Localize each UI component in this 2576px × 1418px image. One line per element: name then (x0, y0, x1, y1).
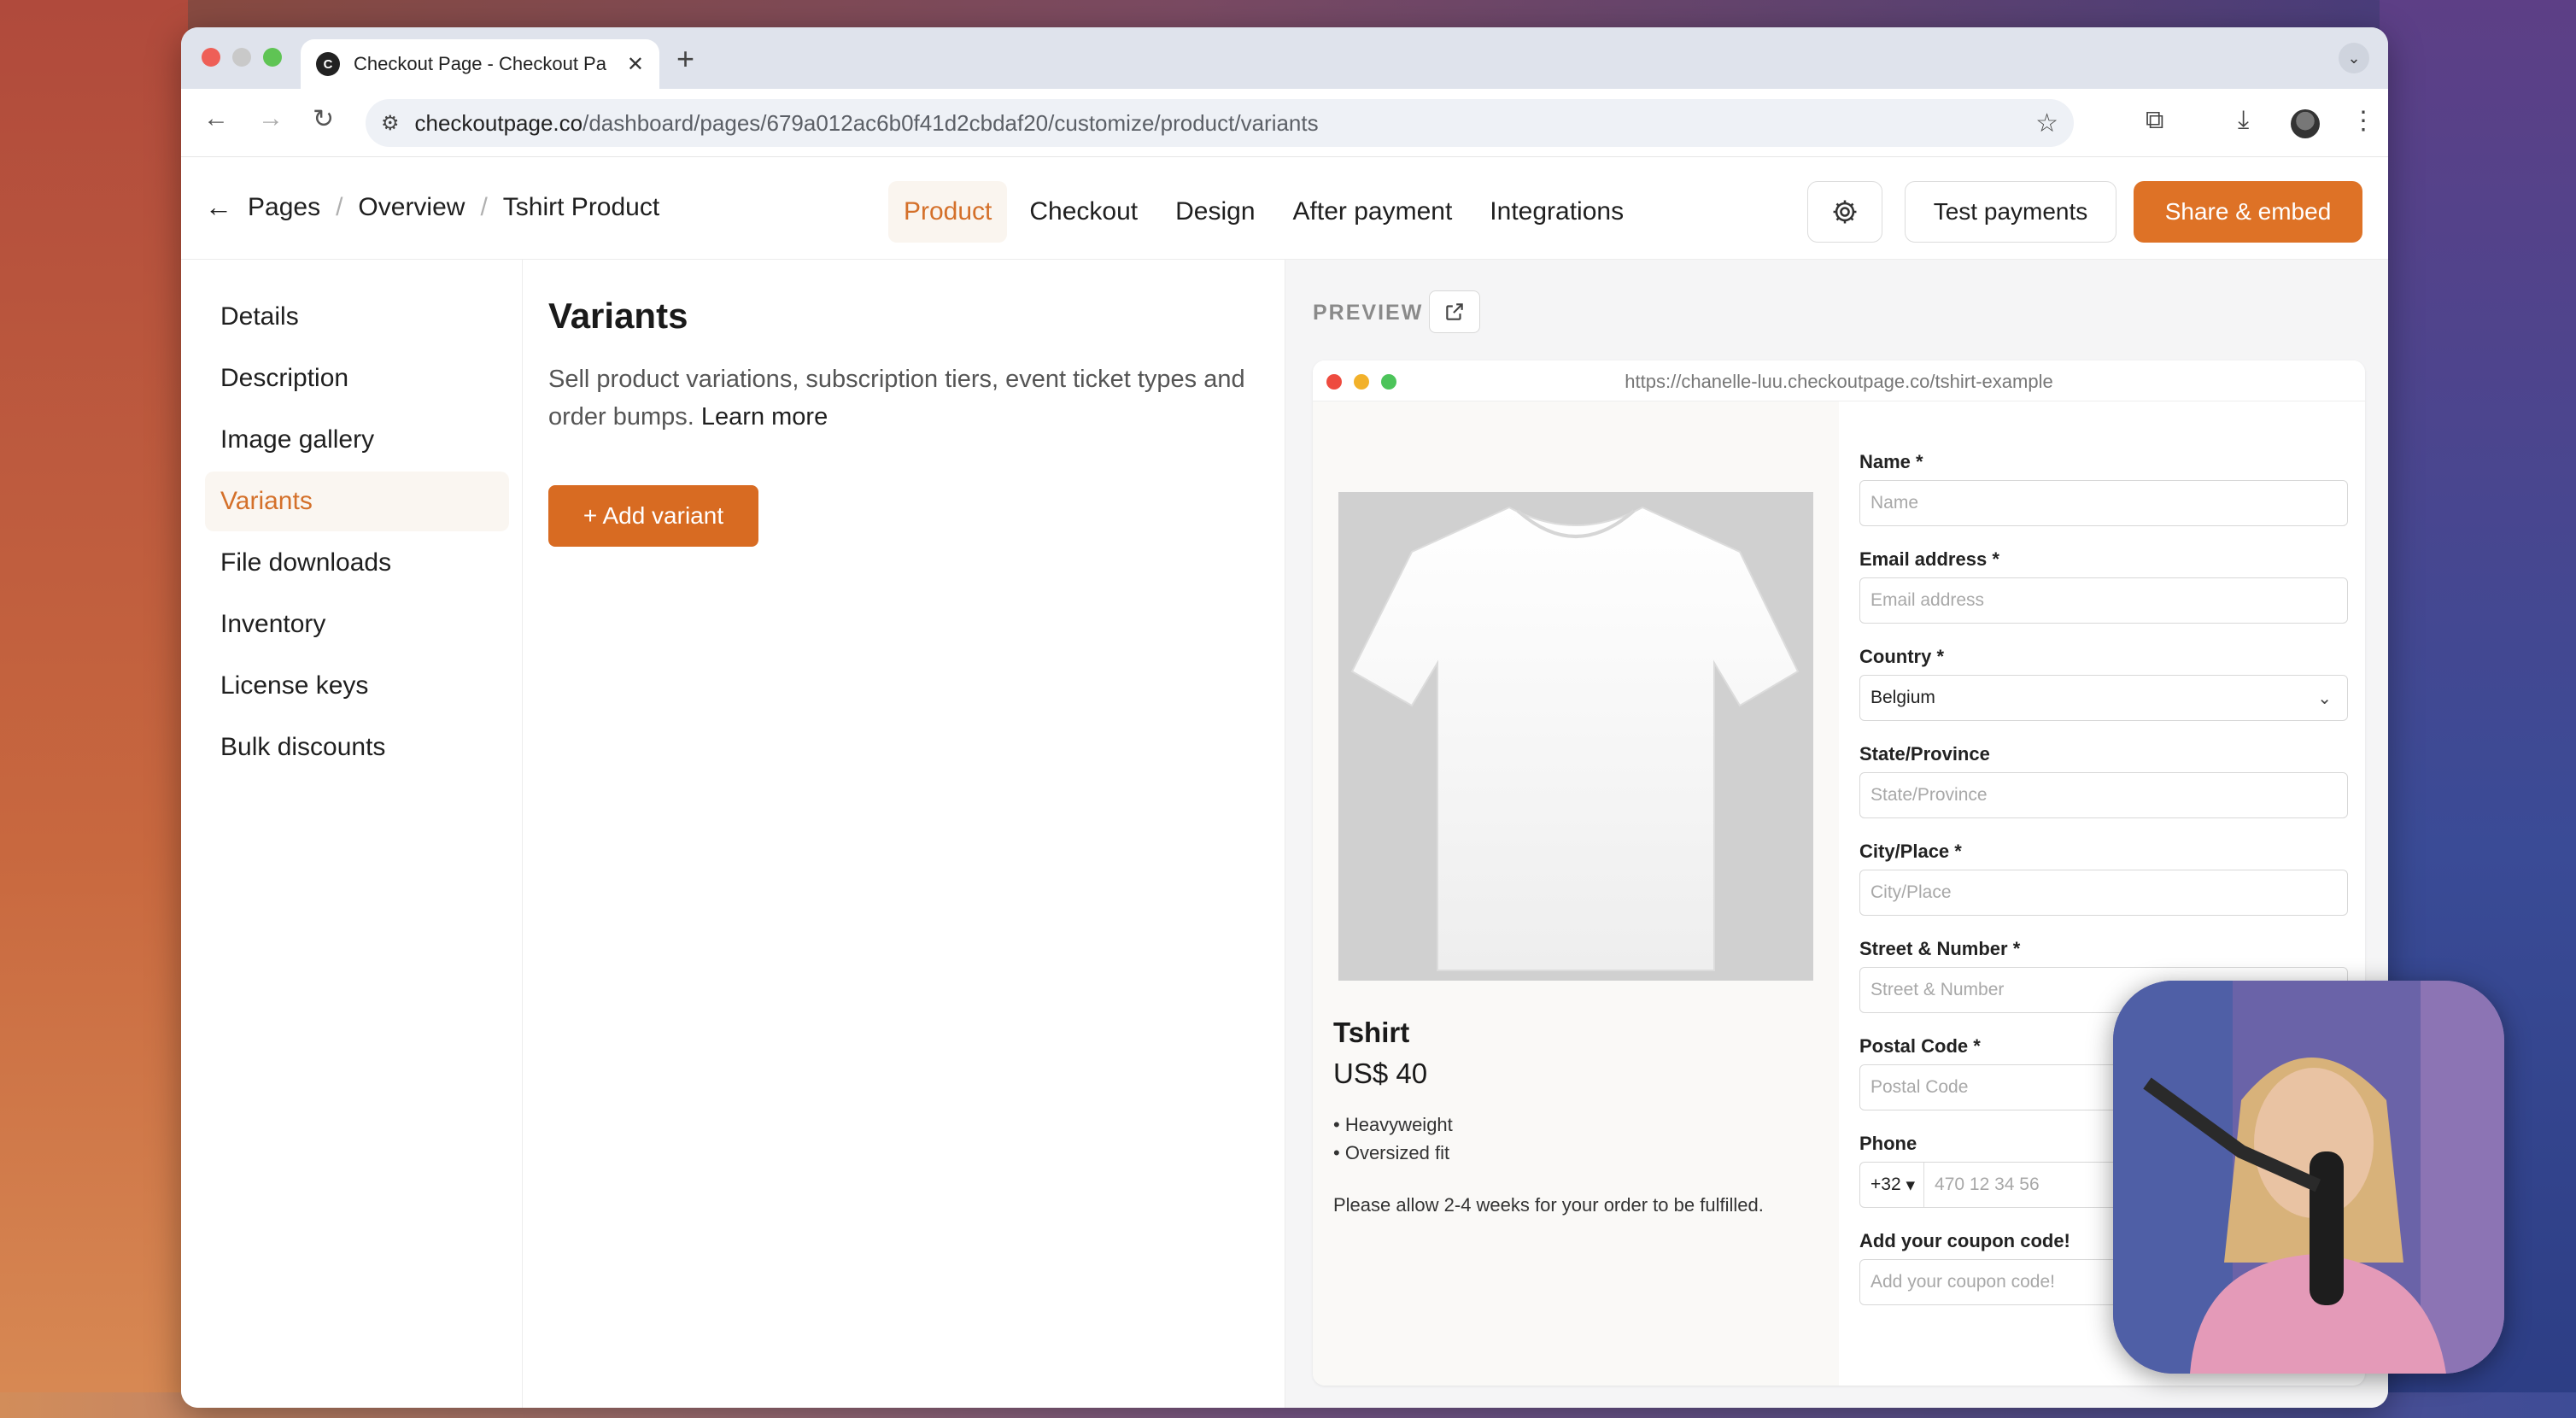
fulfillment-note: Please allow 2-4 weeks for your order to… (1333, 1194, 1764, 1216)
minimize-window-button[interactable] (232, 48, 251, 67)
sidebar-item-license-keys[interactable]: License keys (205, 656, 509, 716)
tab-search-chevron-icon[interactable]: ⌄ (2339, 43, 2369, 73)
tab-product[interactable]: Product (888, 181, 1008, 243)
list-item: • Oversized fit (1333, 1142, 1450, 1163)
maximize-window-button[interactable] (263, 48, 282, 67)
open-preview-button[interactable] (1429, 290, 1480, 333)
settings-button[interactable] (1807, 181, 1882, 243)
product-image (1338, 492, 1813, 981)
product-price: US$ 40 (1333, 1058, 1428, 1089)
external-link-icon (1446, 303, 1463, 320)
email-label: Email address * (1859, 548, 1999, 570)
browser-toolbar: ← → ↻ ⚙ checkoutpage.co/dashboard/pages/… (181, 89, 2388, 157)
sidebar-item-image-gallery[interactable]: Image gallery (205, 410, 509, 470)
test-payments-button[interactable]: Test payments (1905, 181, 2116, 243)
variants-panel: Variants Sell product variations, subscr… (523, 260, 1285, 1408)
extensions-puzzle-icon[interactable]: ⧉ (2146, 106, 2163, 135)
sidebar-item-description[interactable]: Description (205, 349, 509, 408)
add-variant-button[interactable]: + Add variant (548, 485, 758, 547)
profile-avatar[interactable] (2291, 109, 2320, 138)
desktop-background-left (0, 0, 188, 1418)
coupon-label: Add your coupon code! (1859, 1230, 2070, 1251)
state-field[interactable]: State/Province (1859, 772, 2348, 818)
product-name: Tshirt (1333, 1017, 1410, 1048)
list-item: • Heavyweight (1333, 1114, 1453, 1135)
tab-integrations[interactable]: Integrations (1474, 181, 1639, 243)
share-embed-button[interactable]: Share & embed (2134, 181, 2362, 243)
country-select[interactable]: Belgium ⌄ (1859, 675, 2348, 721)
download-icon[interactable]: ⤓ (2238, 106, 2249, 135)
tshirt-image (1350, 506, 1800, 971)
postal-label: Postal Code * (1859, 1035, 1981, 1057)
tab-title: Checkout Page - Checkout Pa (354, 53, 606, 74)
tab-design[interactable]: Design (1160, 181, 1270, 243)
preview-browser-bar: https://chanelle-luu.checkoutpage.co/tsh… (1313, 360, 2365, 401)
bookmark-star-icon[interactable]: ☆ (2035, 108, 2058, 138)
breadcrumb-current-page: Tshirt Product (502, 192, 660, 221)
browser-menu-icon[interactable]: ⋮ (2351, 106, 2376, 136)
city-label: City/Place * (1859, 841, 1962, 862)
product-settings-sidebar: Details Description Image gallery Varian… (181, 260, 523, 1408)
variants-description-text: Sell product variations, subscription ti… (548, 366, 1245, 431)
tab-strip: C Checkout Page - Checkout Pa ✕ + ⌄ (181, 27, 2388, 89)
country-label: Country * (1859, 646, 1945, 667)
name-field[interactable]: Name (1859, 480, 2348, 526)
tab-close-icon[interactable]: ✕ (627, 52, 644, 77)
address-bar[interactable]: ⚙ checkoutpage.co/dashboard/pages/679a01… (366, 99, 2074, 147)
tab-after-payment[interactable]: After payment (1278, 181, 1468, 243)
checkoutpage-favicon-icon: C (316, 52, 340, 76)
product-features: • Heavyweight • Oversized fit (1333, 1110, 1453, 1167)
country-code-select[interactable]: +32 ▾ (1871, 1163, 1925, 1207)
product-summary: Tshirt US$ 40 • Heavyweight • Oversized … (1313, 401, 1839, 1386)
sidebar-item-inventory[interactable]: Inventory (205, 595, 509, 654)
preview-url: https://chanelle-luu.checkoutpage.co/tsh… (1625, 371, 2053, 392)
site-settings-icon[interactable]: ⚙ (381, 111, 400, 136)
app-header: ← Pages / Overview / Tshirt Product Prod… (181, 157, 2388, 260)
breadcrumb-separator: / (480, 192, 488, 221)
breadcrumb-separator: / (336, 192, 343, 221)
learn-more-link[interactable]: Learn more (701, 403, 828, 431)
presenter-video (2113, 981, 2504, 1374)
forward-arrow-icon[interactable]: → (258, 104, 284, 133)
name-label: Name * (1859, 451, 1923, 472)
sidebar-item-variants[interactable]: Variants (205, 472, 509, 531)
preview-label: PREVIEW (1313, 301, 1424, 325)
breadcrumb-pages[interactable]: Pages (248, 193, 320, 222)
email-field[interactable]: Email address (1859, 577, 2348, 624)
sidebar-item-file-downloads[interactable]: File downloads (205, 533, 509, 593)
section-tabs: Product Checkout Design After payment In… (888, 181, 1639, 243)
back-arrow-icon[interactable]: ← (203, 104, 229, 133)
sidebar-item-bulk-discounts[interactable]: Bulk discounts (205, 718, 509, 777)
browser-tab-active[interactable]: C Checkout Page - Checkout Pa ✕ (301, 39, 659, 89)
city-field[interactable]: City/Place (1859, 870, 2348, 916)
chevron-down-icon: ⌄ (2317, 688, 2332, 708)
new-tab-icon[interactable]: + (676, 41, 694, 77)
gear-icon (1833, 200, 1857, 224)
reload-icon[interactable]: ↻ (313, 104, 334, 134)
address-url: checkoutpage.co/dashboard/pages/679a012a… (414, 109, 1319, 136)
browser-window: C Checkout Page - Checkout Pa ✕ + ⌄ ← → … (181, 27, 2388, 1408)
phone-label: Phone (1859, 1133, 1917, 1154)
street-label: Street & Number * (1859, 938, 2021, 959)
page-title: Variants (548, 296, 688, 336)
back-arrow-icon[interactable]: ← (205, 191, 232, 223)
webcam-overlay (2113, 981, 2504, 1374)
tab-checkout[interactable]: Checkout (1014, 181, 1153, 243)
close-window-button[interactable] (202, 48, 220, 67)
variants-description: Sell product variations, subscription ti… (548, 360, 1249, 436)
sidebar-item-details[interactable]: Details (205, 287, 509, 347)
breadcrumb-overview[interactable]: Overview (358, 193, 465, 222)
state-label: State/Province (1859, 743, 1990, 765)
breadcrumb: ← Pages / Overview / Tshirt Product (205, 191, 659, 223)
